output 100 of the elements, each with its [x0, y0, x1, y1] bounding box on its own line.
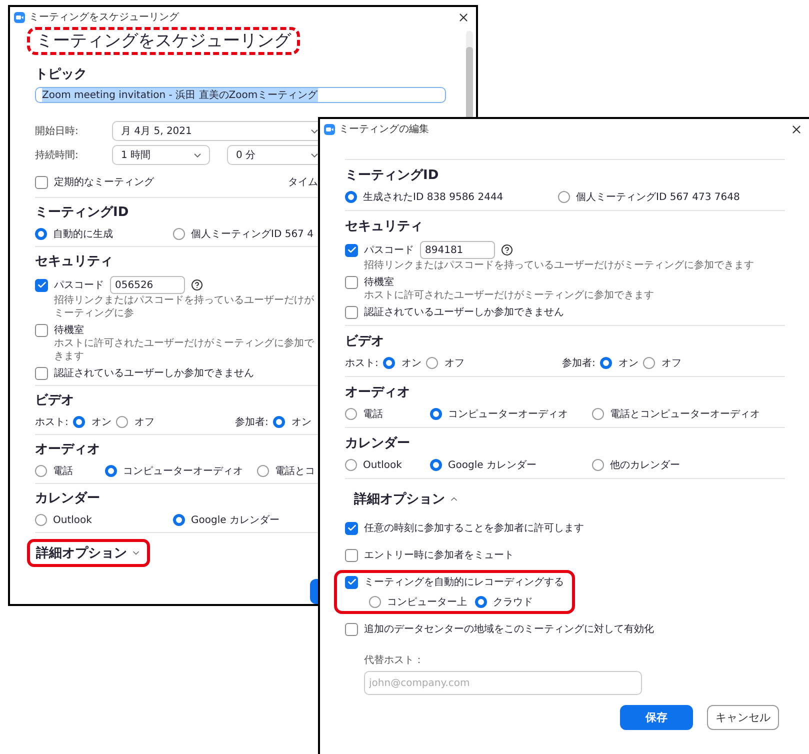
radio-button[interactable] — [600, 357, 612, 369]
radio-label: オフ — [134, 416, 154, 429]
radio-label: 電話 — [363, 408, 383, 421]
radio-button[interactable] — [430, 459, 442, 471]
radio-label: オン — [291, 416, 312, 429]
passcode-field[interactable]: 894181 — [420, 241, 495, 259]
passcode-field[interactable]: 056526 — [110, 276, 185, 294]
radio-label: クラウド — [493, 596, 533, 609]
radio-button[interactable] — [273, 416, 286, 428]
checkbox-label: 追加のデータセンターの地域をこのミーティングに対して有効化 — [364, 622, 654, 636]
checkbox-label: エントリー時に参加者をミュート — [364, 548, 514, 562]
radio-label: 電話 — [53, 464, 73, 478]
checkbox-label: 認証されているユーザーしか参加できません — [364, 306, 564, 319]
radio-button[interactable] — [105, 465, 117, 477]
button-edge[interactable] — [310, 579, 318, 604]
radio-button[interactable] — [35, 514, 47, 526]
checkbox[interactable] — [35, 176, 48, 188]
radio-button[interactable] — [345, 191, 357, 203]
group-label: 参加者: — [235, 416, 268, 429]
section-heading: オーディオ — [35, 441, 101, 458]
radio-button[interactable] — [558, 191, 570, 203]
section-heading: セキュリティ — [345, 218, 424, 235]
radio-button[interactable] — [345, 408, 357, 420]
radio-label: 自動的に生成 — [53, 228, 113, 241]
group-label: ホスト: — [345, 357, 378, 370]
checkbox[interactable] — [35, 366, 48, 380]
field-label: タイム — [288, 176, 318, 189]
radio-button[interactable] — [369, 596, 381, 608]
hours-dropdown[interactable]: 1 時間 — [112, 145, 210, 165]
radio-label: 電話とコ — [275, 464, 315, 478]
radio-button[interactable] — [73, 416, 86, 428]
field-label: トピック — [35, 66, 88, 83]
option-description: ホストに許可されたユーザーだけがミーティングに参加できます — [54, 337, 315, 363]
radio-button[interactable] — [475, 596, 487, 608]
radio-button[interactable] — [345, 459, 357, 471]
section-heading: ビデオ — [35, 392, 75, 409]
checkbox-label: 認証されているユーザーしか参加できません — [54, 366, 254, 380]
option-description: ホストに許可されたユーザーだけがミーティングに参加できます — [364, 289, 655, 302]
radio-label: オン — [401, 357, 422, 370]
checkbox[interactable] — [345, 522, 358, 534]
checkbox[interactable] — [345, 306, 358, 318]
radio-button[interactable] — [426, 357, 438, 369]
group-label: 参加者: — [562, 356, 596, 370]
checkbox[interactable] — [345, 244, 358, 256]
help-icon[interactable] — [191, 279, 203, 291]
close-button[interactable] — [457, 10, 470, 24]
topic-field[interactable]: Zoom meeting invitation - 浜田 直美のZoomミーティング — [35, 87, 446, 103]
cancel-button[interactable]: キャンセル — [707, 705, 779, 730]
radio-label: Google カレンダー — [191, 514, 280, 527]
checkbox[interactable] — [345, 276, 358, 288]
section-heading: 詳細オプション — [36, 544, 127, 562]
radio-label: Google カレンダー — [448, 459, 536, 472]
radio-label: オン — [91, 416, 112, 429]
close-button[interactable] — [790, 122, 803, 136]
radio-button[interactable] — [173, 514, 185, 526]
help-icon[interactable] — [501, 244, 513, 256]
checkbox[interactable] — [35, 324, 48, 336]
radio-button[interactable] — [643, 357, 656, 369]
field-label: 開始日時: — [35, 124, 80, 138]
option-description: 招待リンクまたはパスコードを持っているユーザーだけがミーティングに参 — [54, 294, 315, 320]
checkbox-label: パスコード — [54, 279, 104, 292]
section-heading: オーディオ — [345, 384, 411, 401]
checkbox-label: 待機室 — [54, 324, 84, 337]
radio-label: コンピューターオーディオ — [123, 465, 243, 478]
field-label: 代替ホスト： — [364, 654, 425, 667]
checkbox[interactable] — [35, 278, 48, 292]
radio-button[interactable] — [35, 228, 47, 240]
window-title: ミーティングをスケジューリング — [29, 11, 179, 24]
checkbox[interactable] — [345, 576, 358, 588]
section-heading: 詳細オプション — [354, 490, 445, 508]
section-heading: カレンダー — [345, 435, 411, 452]
radio-label: オフ — [444, 357, 464, 370]
radio-label: コンピューターオーディオ — [448, 408, 568, 421]
section-heading: ミーティングID — [35, 204, 130, 221]
radio-button[interactable] — [257, 465, 269, 477]
radio-button[interactable] — [430, 408, 442, 420]
section-heading: カレンダー — [35, 490, 101, 507]
alt-host-field[interactable]: john@company.com — [364, 671, 642, 695]
checkbox[interactable] — [345, 622, 358, 636]
radio-button[interactable] — [173, 228, 185, 240]
radio-button[interactable] — [116, 416, 128, 428]
checkbox-label: パスコード — [364, 244, 414, 257]
radio-button[interactable] — [592, 459, 604, 471]
radio-label: 他のカレンダー — [610, 459, 680, 472]
checkbox-label: 定期的なミーティング — [54, 176, 154, 189]
radio-label: Outlook — [363, 460, 402, 470]
section-heading: ミーティングID — [345, 167, 440, 184]
group-label: ホスト: — [35, 416, 68, 429]
app-icon — [14, 12, 25, 22]
radio-label: オフ — [661, 357, 682, 370]
field-label: 持続時間: — [35, 148, 80, 162]
checkbox-label: 任意の時刻に参加することを参加者に許可します — [364, 522, 584, 535]
radio-button[interactable] — [592, 408, 604, 420]
radio-label: Outlook — [53, 514, 92, 526]
save-button[interactable]: 保存 — [620, 705, 693, 730]
radio-label: オン — [618, 357, 638, 370]
radio-button[interactable] — [383, 357, 396, 369]
checkbox[interactable] — [345, 548, 358, 562]
radio-button[interactable] — [35, 465, 47, 477]
radio-label: 生成されたID 838 9586 2444 — [363, 190, 504, 204]
